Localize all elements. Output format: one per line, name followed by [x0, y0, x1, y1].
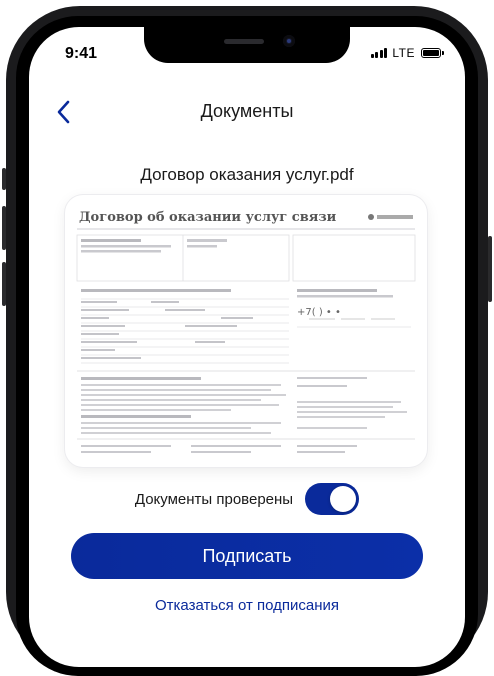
- page-title: Документы: [200, 101, 294, 121]
- document-preview-card[interactable]: Договор об оказании услуг связи +7( ) • …: [65, 195, 427, 467]
- toggle-knob: [330, 486, 357, 512]
- operator-logo-text: [377, 215, 413, 219]
- verification-label: Документы проверены: [134, 490, 294, 508]
- phone-screen: 9:41 LTE Документы Договор оказания услу…: [29, 27, 465, 667]
- power-button: [488, 236, 492, 302]
- notch: [144, 27, 350, 63]
- network-type: LTE: [392, 46, 415, 60]
- document-file-name: Договор оказания услуг.pdf: [140, 165, 354, 184]
- sign-button[interactable]: Подписать: [71, 533, 423, 579]
- document-preview-title: Договор об оказании услуг связи: [79, 210, 337, 225]
- decline-signing-link[interactable]: Отказаться от подписания: [29, 597, 465, 614]
- verification-row: Документы проверены: [29, 483, 465, 515]
- document-preview-image: Договор об оказании услуг связи +7( ) • …: [76, 210, 416, 453]
- operator-logo-icon: [368, 214, 374, 220]
- status-indicators: LTE: [370, 46, 444, 60]
- status-time: 9:41: [65, 45, 98, 62]
- verification-toggle[interactable]: [305, 483, 360, 515]
- front-camera-icon: [283, 35, 295, 47]
- document-preview-phone: +7( ) • •: [297, 307, 341, 318]
- signal-icon: [370, 48, 388, 58]
- speaker-grille: [224, 39, 264, 44]
- battery-icon: [421, 48, 444, 58]
